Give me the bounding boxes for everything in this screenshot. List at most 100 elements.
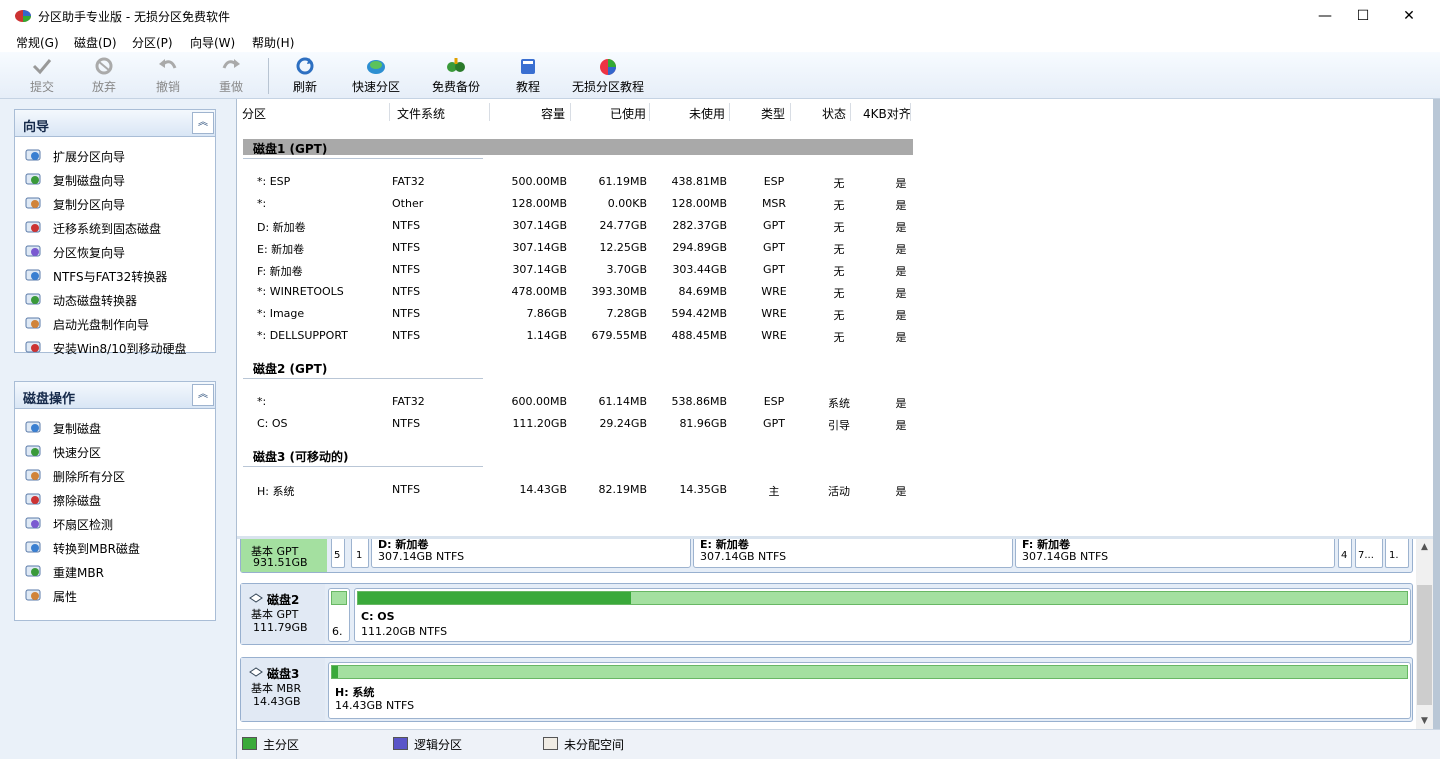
disk-op-item[interactable]: 属性 (15, 583, 215, 607)
menu-wizard[interactable]: 向导(W) (190, 34, 235, 51)
close-button[interactable]: ✕ (1386, 0, 1432, 31)
table-row[interactable]: *: DELLSUPPORT NTFS 1.14GB 679.55MB 488.45MB… (237, 325, 912, 347)
free-cell: 294.89GB (672, 241, 727, 254)
partition-e[interactable]: E: 新加卷 307.14GB NTFS (693, 539, 1013, 568)
app-logo-icon (15, 10, 31, 22)
wizard-icon (25, 149, 41, 161)
status-cell: 无 (833, 177, 845, 190)
scroll-up-arrow[interactable]: ▲ (1416, 539, 1433, 555)
disk-map-scrollbar[interactable]: ▲ ▼ (1416, 539, 1433, 729)
quick-partition-button[interactable]: 快速分区 (348, 56, 404, 96)
used-cell: 7.28GB (606, 307, 647, 320)
disk-op-item[interactable]: 擦除磁盘 (15, 487, 215, 511)
disk-op-item[interactable]: 快速分区 (15, 439, 215, 463)
wizard-item[interactable]: 动态磁盘转换器 (15, 287, 215, 311)
table-row[interactable]: H: 系统 NTFS 14.43GB 82.19MB 14.35GB 主 活动 是 (237, 479, 912, 501)
discard-button[interactable]: 放弃 (84, 56, 124, 96)
col-capacity[interactable]: 容量 (541, 105, 565, 122)
commit-button[interactable]: 提交 (22, 56, 62, 96)
table-row[interactable]: *: WINRETOOLS NTFS 478.00MB 393.30MB 84.69MB… (237, 281, 912, 303)
lossless-tutorial-button[interactable]: 无损分区教程 (570, 56, 646, 96)
col-status[interactable]: 状态 (822, 105, 846, 122)
disk1-small-partition-1[interactable]: 5 (331, 539, 345, 568)
disk2-esp-partition[interactable]: 6. (328, 588, 350, 642)
partition-c-name: C: OS (361, 610, 395, 623)
collapse-wizard-button[interactable]: ︽ (192, 112, 214, 134)
table-row[interactable]: D: 新加卷 NTFS 307.14GB 24.77GB 282.37GB GPT 无 是 (237, 215, 912, 237)
menu-general[interactable]: 常规(G) (16, 34, 59, 51)
status-cell: 无 (833, 265, 845, 278)
file-system-cell: NTFS (392, 263, 421, 276)
disk-op-item[interactable]: 转换到MBR磁盘 (15, 535, 215, 559)
wizard-icon (25, 173, 41, 185)
wizard-label: NTFS与FAT32转换器 (53, 270, 168, 284)
disk-op-icon (25, 541, 41, 553)
menu-partition[interactable]: 分区(P) (132, 34, 173, 51)
scroll-down-arrow[interactable]: ▼ (1416, 713, 1433, 729)
disk-group-header[interactable]: 磁盘3 (可移动的) (243, 447, 913, 464)
col-type[interactable]: 类型 (761, 105, 785, 122)
menu-help[interactable]: 帮助(H) (252, 34, 294, 51)
disk-op-item[interactable]: 坏扇区检测 (15, 511, 215, 535)
table-row[interactable]: *: Image NTFS 7.86GB 7.28GB 594.42MB WRE 无 是 (237, 303, 912, 325)
col-4k-align[interactable]: 4KB对齐 (863, 105, 911, 122)
table-row[interactable]: *: Other 128.00MB 0.00KB 128.00MB MSR 无 是 (237, 193, 912, 215)
wizard-item[interactable]: 迁移系统到固态磁盘 (15, 215, 215, 239)
status-cell: 无 (833, 243, 845, 256)
wizard-label: 安装Win8/10到移动硬盘 (53, 342, 187, 356)
wizard-item[interactable]: 扩展分区向导 (15, 143, 215, 167)
capacity-cell: 478.00MB (511, 285, 567, 298)
disk-group-header[interactable]: 磁盘2 (GPT) (243, 359, 913, 376)
wizard-item[interactable]: NTFS与FAT32转换器 (15, 263, 215, 287)
free-backup-button[interactable]: 免费备份 (428, 56, 484, 96)
table-row[interactable]: *: FAT32 600.00MB 61.14MB 538.86MB ESP 系统 是 (237, 391, 912, 413)
disk1-small-partition-4[interactable]: 7... (1355, 539, 1383, 568)
table-row[interactable]: C: OS NTFS 111.20GB 29.24GB 81.96GB GPT 引导 是 (237, 413, 912, 435)
wizard-item[interactable]: 启动光盘制作向导 (15, 311, 215, 335)
disk-op-item[interactable]: 删除所有分区 (15, 463, 215, 487)
partition-d[interactable]: D: 新加卷 307.14GB NTFS (371, 539, 691, 568)
disk-op-item[interactable]: 重建MBR (15, 559, 215, 583)
wizard-item[interactable]: 复制分区向导 (15, 191, 215, 215)
wizard-item[interactable]: 安装Win8/10到移动硬盘 (15, 335, 215, 359)
menu-disk[interactable]: 磁盘(D) (74, 34, 117, 51)
partition-name-cell: *: Image (257, 307, 305, 320)
partition-h[interactable]: H: 系统 14.43GB NTFS (328, 662, 1411, 719)
partition-h-name: H: 系统 (335, 686, 375, 699)
col-free[interactable]: 未使用 (689, 105, 725, 122)
col-partition[interactable]: 分区 (242, 105, 266, 122)
wizard-label: 分区恢复向导 (53, 246, 126, 260)
wizard-item[interactable]: 复制磁盘向导 (15, 167, 215, 191)
disk-op-label: 快速分区 (53, 446, 102, 460)
tutorial-button[interactable]: 教程 (510, 56, 546, 96)
disk1-small-partition-2[interactable]: 1 (351, 539, 369, 568)
wizard-item[interactable]: 分区恢复向导 (15, 239, 215, 263)
table-row[interactable]: *: ESP FAT32 500.00MB 61.19MB 438.81MB ESP 无 是 (237, 171, 912, 193)
scroll-thumb[interactable] (1417, 585, 1432, 705)
undo-button[interactable]: 撤销 (148, 56, 188, 96)
disk-op-label: 重建MBR (53, 566, 104, 580)
disk3-map[interactable]: 磁盘3 基本 MBR 14.43GB H: 系统 14.43GB NTFS (240, 657, 1413, 722)
divider (243, 158, 483, 159)
partition-name-cell: *: (257, 197, 267, 210)
disk-op-item[interactable]: 复制磁盘 (15, 415, 215, 439)
disk1-small-partition-5[interactable]: 1. (1385, 539, 1409, 568)
disk1-map[interactable]: 基本 GPT 931.51GB 5 1 D: 新加卷 307.14GB NTFS… (240, 539, 1413, 573)
divider (243, 466, 483, 467)
table-row[interactable]: F: 新加卷 NTFS 307.14GB 3.70GB 303.44GB GPT 无 是 (237, 259, 912, 281)
col-used[interactable]: 已使用 (610, 105, 646, 122)
partition-f[interactable]: F: 新加卷 307.14GB NTFS (1015, 539, 1335, 568)
table-row[interactable]: E: 新加卷 NTFS 307.14GB 12.25GB 294.89GB GPT 无 是 (237, 237, 912, 259)
unallocated-swatch (543, 737, 558, 750)
partition-name-cell: *: WINRETOOLS (257, 285, 344, 298)
maximize-button[interactable]: ☐ (1340, 0, 1386, 31)
refresh-button[interactable]: 刷新 (285, 56, 325, 96)
redo-button[interactable]: 重做 (211, 56, 251, 96)
disk2-map[interactable]: 磁盘2 基本 GPT 111.79GB 6. C: OS 111.20GB NT… (240, 583, 1413, 645)
partition-c[interactable]: C: OS 111.20GB NTFS (354, 588, 1411, 642)
disk1-small-partition-3[interactable]: 4 (1338, 539, 1352, 568)
disk-group-header[interactable]: 磁盘1 (GPT) (243, 139, 913, 156)
aligned-4k-cell: 是 (895, 397, 907, 410)
col-filesystem[interactable]: 文件系统 (397, 105, 445, 122)
collapse-disk-ops-button[interactable]: ︽ (192, 384, 214, 406)
